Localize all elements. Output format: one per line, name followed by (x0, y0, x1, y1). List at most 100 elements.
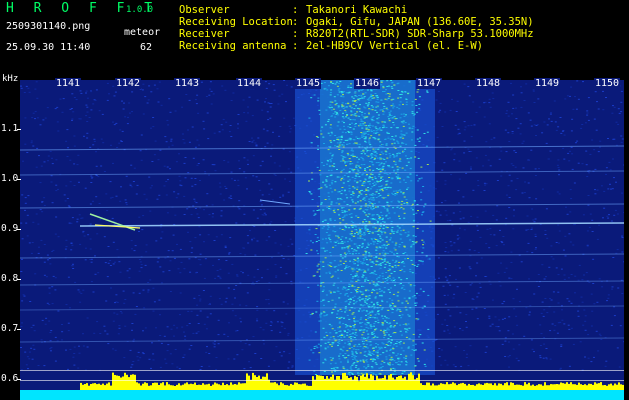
noise-speck (90, 109, 93, 111)
noise-speck (34, 273, 37, 275)
noise-speck (215, 357, 218, 358)
noise-band-speck (361, 111, 364, 113)
noise-band-speck (352, 103, 355, 105)
noise-speck (498, 319, 501, 321)
noise-speck (70, 242, 73, 243)
noise-band-speck (338, 322, 341, 324)
noise-band-speck (352, 303, 355, 305)
noise-speck (208, 304, 211, 305)
noise-speck (607, 297, 610, 299)
amplitude-bar (180, 385, 182, 390)
noise-band-speck (389, 110, 392, 112)
noise-band-speck (331, 275, 334, 277)
noise-speck (119, 129, 122, 131)
noise-band-speck (359, 323, 362, 324)
noise-band-speck (324, 359, 327, 361)
noise-band-speck (398, 309, 401, 311)
spectrogram-plot[interactable] (20, 80, 624, 400)
noise-speck (251, 115, 254, 117)
noise-band-speck (374, 314, 377, 316)
noise-band-speck (362, 116, 365, 118)
noise-band-speck (395, 154, 398, 156)
noise-speck (252, 155, 255, 157)
noise-speck (103, 325, 106, 327)
noise-speck (104, 330, 107, 332)
noise-band-speck (329, 344, 332, 346)
noise-band-speck (393, 332, 396, 333)
noise-band-speck (364, 228, 367, 230)
noise-band-speck (385, 356, 388, 358)
noise-speck (33, 348, 36, 350)
amplitude-bar (112, 372, 114, 390)
noise-band-speck (331, 183, 334, 185)
noise-band-speck (355, 123, 357, 125)
noise-band-speck (407, 302, 409, 304)
noise-speck (20, 222, 23, 224)
amplitude-bar (300, 384, 302, 390)
noise-speck (248, 344, 251, 346)
noise-band-speck (342, 355, 345, 357)
noise-band-speck (337, 121, 340, 123)
amplitude-bar (308, 385, 310, 390)
noise-band-speck (426, 164, 429, 165)
noise-speck (597, 151, 600, 153)
noise-band-speck (346, 252, 349, 254)
noise-speck (464, 292, 467, 293)
noise-band-speck (343, 125, 345, 127)
noise-band-speck (400, 191, 403, 193)
noise-speck (276, 321, 279, 323)
noise-speck (603, 190, 606, 192)
noise-band-speck (329, 293, 332, 294)
noise-speck (152, 287, 155, 289)
noise-band-speck (369, 194, 372, 196)
noise-band-speck (349, 334, 352, 335)
noise-band-speck (381, 262, 384, 264)
amplitude-bar (160, 383, 162, 390)
noise-speck (523, 192, 526, 194)
noise-band-speck (380, 177, 382, 179)
noise-band-speck (381, 324, 384, 326)
noise-band-speck (381, 144, 384, 145)
noise-band-speck (325, 331, 328, 333)
noise-band-speck (402, 208, 405, 210)
noise-band-speck (363, 197, 366, 199)
noise-speck (31, 242, 34, 243)
noise-band-speck (356, 320, 359, 322)
noise-band-speck (322, 181, 325, 183)
noise-band-speck (395, 190, 398, 192)
amplitude-bar (86, 383, 88, 390)
noise-band-speck (336, 112, 339, 114)
noise-speck (494, 316, 497, 318)
noise-band-speck (394, 374, 397, 375)
noise-band-speck (324, 348, 327, 350)
noise-band-speck (399, 161, 402, 162)
noise-band-speck (395, 355, 398, 357)
noise-speck (558, 174, 560, 176)
noise-band-speck (389, 173, 392, 175)
noise-speck (620, 141, 623, 143)
noise-speck (280, 325, 283, 327)
noise-speck (479, 236, 482, 238)
noise-band-speck (313, 346, 316, 347)
noise-band-speck (376, 350, 379, 352)
noise-speck (78, 291, 81, 293)
noise-speck (212, 342, 215, 344)
noise-band-speck (403, 357, 405, 359)
noise-band-speck (360, 190, 362, 192)
noise-speck (268, 303, 271, 305)
noise-speck (213, 164, 216, 166)
noise-speck (20, 347, 22, 348)
noise-speck (473, 124, 476, 126)
noise-band-speck (330, 115, 333, 117)
noise-band-speck (389, 138, 392, 140)
noise-speck (554, 325, 557, 327)
noise-band-speck (391, 266, 394, 268)
noise-speck (188, 348, 191, 350)
noise-speck (278, 135, 281, 137)
noise-band-speck (394, 284, 396, 286)
amplitude-bar (170, 385, 172, 390)
noise-band-speck (349, 336, 352, 338)
noise-band-speck (365, 214, 368, 216)
noise-speck (190, 177, 193, 179)
noise-band-speck (348, 209, 351, 211)
